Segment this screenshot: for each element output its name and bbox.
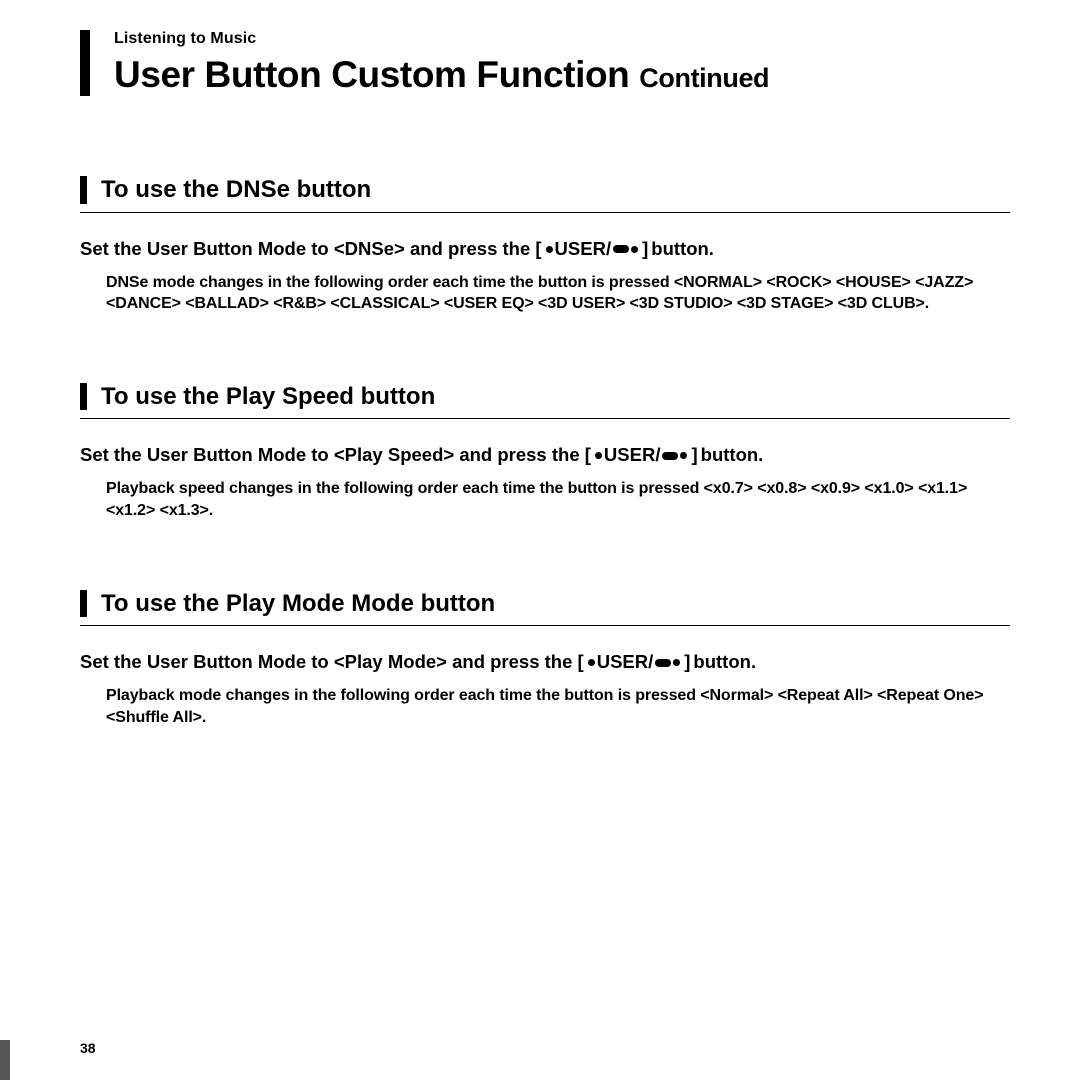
section-play-mode: To use the Play Mode Mode button Set the…	[80, 590, 1010, 729]
instruction-line: Set the User Button Mode to <Play Speed>…	[80, 443, 1010, 468]
breadcrumb: Listening to Music	[114, 30, 1010, 48]
button-word: button.	[651, 237, 714, 262]
pill-icon	[662, 452, 678, 460]
page-header: Listening to Music User Button Custom Fu…	[80, 30, 1010, 96]
detail-text: Playback mode changes in the following o…	[80, 685, 1010, 728]
section-heading: To use the DNSe button	[80, 176, 1010, 204]
button-word: button.	[701, 443, 764, 468]
user-button-icon: USER/	[546, 237, 639, 262]
section-heading: To use the Play Speed button	[80, 383, 1010, 411]
page-title-main: User Button Custom Function	[114, 54, 629, 95]
page-title-continued: Continued	[639, 63, 769, 93]
instruction-pre: Set the User Button Mode to <DNSe> and p…	[80, 237, 542, 262]
user-button-icon: USER/	[595, 443, 688, 468]
instruction-post: ]	[684, 650, 690, 675]
section-heading: To use the Play Mode Mode button	[80, 590, 1010, 618]
section-play-speed: To use the Play Speed button Set the Use…	[80, 383, 1010, 522]
user-label: USER/	[597, 650, 654, 675]
detail-text: Playback speed changes in the following …	[80, 478, 1010, 521]
user-label: USER/	[604, 443, 661, 468]
dot-icon	[546, 246, 553, 253]
page-title: User Button Custom Function Continued	[114, 54, 1010, 96]
dot-icon	[673, 659, 680, 666]
side-tab-icon	[0, 1040, 10, 1080]
section-dnse: To use the DNSe button Set the User Butt…	[80, 176, 1010, 315]
dot-icon	[680, 452, 687, 459]
user-button-icon: USER/	[588, 650, 681, 675]
detail-text: DNSe mode changes in the following order…	[80, 272, 1010, 315]
dot-icon	[588, 659, 595, 666]
instruction-post: ]	[691, 443, 697, 468]
pill-icon	[655, 659, 671, 667]
button-word: button.	[693, 650, 756, 675]
instruction-pre: Set the User Button Mode to <Play Speed>…	[80, 443, 591, 468]
page-number: 38	[80, 1040, 96, 1056]
dot-icon	[631, 246, 638, 253]
instruction-post: ]	[642, 237, 648, 262]
instruction-pre: Set the User Button Mode to <Play Mode> …	[80, 650, 584, 675]
user-label: USER/	[555, 237, 612, 262]
dot-icon	[595, 452, 602, 459]
pill-icon	[613, 245, 629, 253]
instruction-line: Set the User Button Mode to <DNSe> and p…	[80, 237, 1010, 262]
instruction-line: Set the User Button Mode to <Play Mode> …	[80, 650, 1010, 675]
